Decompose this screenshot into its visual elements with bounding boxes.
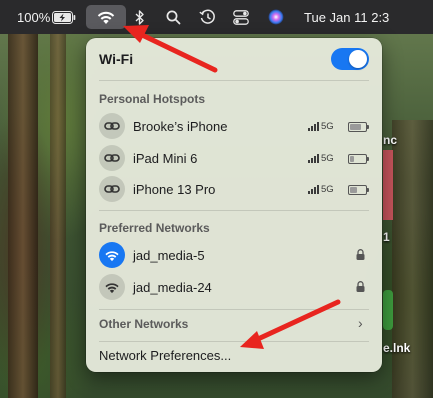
- divider: [99, 341, 369, 342]
- lock-icon: [356, 249, 365, 260]
- tree-trunk: [8, 30, 38, 398]
- hotspot-name: Brooke’s iPhone: [133, 118, 228, 134]
- hotspot-link-icon: [99, 176, 125, 202]
- battery-icon: [348, 122, 369, 132]
- clock-date-time[interactable]: Tue Jan 11 2:3: [304, 0, 389, 34]
- personal-hotspots-heading: Personal Hotspots: [99, 92, 206, 106]
- wifi-toggle[interactable]: [331, 48, 369, 70]
- network-type: 5G: [321, 153, 334, 164]
- cellular-signal-icon: [308, 153, 319, 163]
- tree-trunk: [50, 30, 66, 398]
- hotspot-item[interactable]: iPad Mini 6 5G: [86, 143, 382, 173]
- battery-percentage: 100%: [17, 0, 50, 34]
- cellular-signal-icon: [308, 184, 319, 194]
- network-preferences-item[interactable]: Network Preferences...: [86, 345, 382, 367]
- wifi-icon[interactable]: [96, 0, 116, 34]
- siri-icon[interactable]: [268, 0, 284, 34]
- hotspot-link-icon: [99, 145, 125, 171]
- hotspot-link-icon: [99, 113, 125, 139]
- desktop-icon-label[interactable]: e.lnk: [383, 341, 410, 355]
- control-center-icon[interactable]: [233, 0, 249, 34]
- network-item[interactable]: jad_media-5: [86, 240, 382, 270]
- hotspot-item[interactable]: iPhone 13 Pro 5G: [86, 174, 382, 204]
- wifi-icon: [99, 242, 125, 268]
- network-preferences-label: Network Preferences...: [99, 348, 232, 363]
- network-item[interactable]: jad_media-24: [86, 272, 382, 302]
- hotspot-name: iPhone 13 Pro: [133, 181, 216, 197]
- network-type: 5G: [321, 121, 334, 132]
- battery-icon: [348, 185, 369, 195]
- battery-percent-text: 100%: [17, 9, 51, 25]
- desktop-window-peek: [383, 290, 393, 330]
- divider: [99, 210, 369, 211]
- other-networks-item[interactable]: Other Networks ›: [86, 314, 382, 336]
- lock-icon: [356, 281, 365, 292]
- desktop-label: 1: [383, 230, 390, 244]
- battery-charging-icon[interactable]: [52, 0, 76, 34]
- spotlight-search-icon[interactable]: [166, 0, 181, 34]
- time-machine-icon[interactable]: [199, 0, 216, 34]
- toggle-knob: [349, 50, 367, 68]
- wifi-menu-panel: Wi-Fi Personal Hotspots Brooke’s iPhone …: [86, 38, 382, 372]
- network-name: jad_media-5: [133, 247, 205, 263]
- battery-icon: [348, 154, 369, 164]
- network-type: 5G: [321, 184, 334, 195]
- chevron-right-icon: ›: [358, 315, 363, 331]
- desktop-window-peek: [383, 150, 393, 220]
- divider: [99, 309, 369, 310]
- bluetooth-icon[interactable]: [135, 0, 145, 34]
- hotspot-item[interactable]: Brooke’s iPhone 5G: [86, 111, 382, 141]
- other-networks-label: Other Networks: [99, 317, 189, 331]
- hotspot-name: iPad Mini 6: [133, 150, 198, 166]
- network-name: jad_media-24: [133, 279, 212, 295]
- menu-bar: 100% Tue Jan 11 2:3: [0, 0, 433, 34]
- divider: [99, 80, 369, 81]
- preferred-networks-heading: Preferred Networks: [99, 221, 210, 235]
- wifi-title: Wi-Fi: [99, 51, 134, 67]
- desktop-label: nc: [383, 133, 398, 147]
- cellular-signal-icon: [308, 121, 319, 131]
- tree-trunk: [392, 120, 433, 398]
- date-time-text: Tue Jan 11 2:3: [304, 9, 390, 25]
- wifi-icon: [99, 274, 125, 300]
